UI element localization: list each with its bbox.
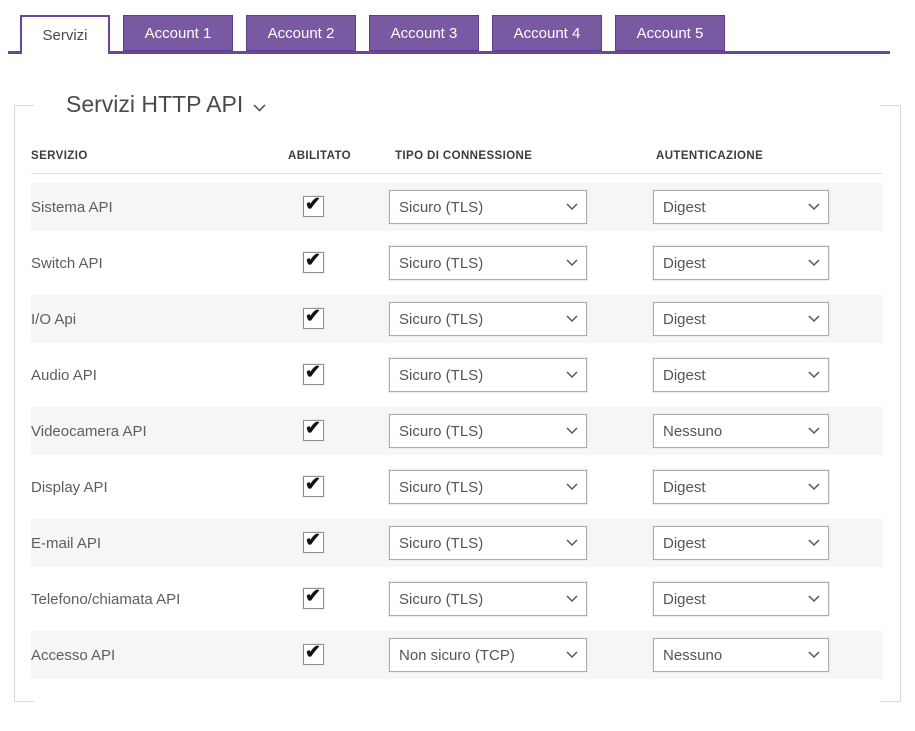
service-name-label: Audio API — [31, 366, 97, 384]
authentication-select-wrap: Digest — [653, 582, 829, 616]
connection-type-select-wrap: Sicuro (TLS) — [389, 358, 587, 392]
connection-type-select[interactable]: Sicuro (TLS) — [389, 358, 587, 392]
authentication-select[interactable]: Digest — [653, 302, 829, 336]
connection-type-select-wrap: Sicuro (TLS) — [389, 414, 587, 448]
service-name-label: Telefono/chiamata API — [31, 590, 181, 608]
connection-type-select-wrap: Sicuro (TLS) — [389, 246, 587, 280]
connection-type-select[interactable]: Non sicuro (TCP) — [389, 638, 587, 672]
service-name-label: Videocamera API — [31, 422, 147, 440]
service-name-label: Switch API — [31, 254, 103, 272]
tab-bar: Servizi Account 1 Account 2 Account 3 Accoun… — [20, 15, 725, 54]
authentication-select[interactable]: Digest — [653, 470, 829, 504]
enabled-checkbox[interactable]: ✔ — [303, 642, 324, 665]
connection-type-select-wrap: Sicuro (TLS) — [389, 582, 587, 616]
connection-type-select[interactable]: Sicuro (TLS) — [389, 246, 587, 280]
table-row-audio-api: Audio API ✔ Sicuro (TLS) Digest — [31, 347, 883, 403]
table-row-switch-api: Switch API ✔ Sicuro (TLS) Digest — [31, 235, 883, 291]
tab-account-2[interactable]: Account 2 — [246, 15, 356, 51]
service-name-label: Accesso API — [31, 646, 116, 664]
table-row-sistema-api: Sistema API ✔ Sicuro (TLS) Digest — [31, 179, 883, 235]
enabled-checkbox[interactable]: ✔ — [303, 194, 324, 217]
connection-type-select[interactable]: Sicuro (TLS) — [389, 470, 587, 504]
connection-type-select-wrap: Non sicuro (TCP) — [389, 638, 587, 672]
column-header-authentication: AUTENTICAZIONE — [656, 150, 764, 162]
table-row-videocamera-api: Videocamera API ✔ Sicuro (TLS) Nessuno — [31, 403, 883, 459]
tab-account-5[interactable]: Account 5 — [615, 15, 725, 51]
panel-corner-bottom-right — [881, 701, 900, 702]
table-row-display-api: Display API ✔ Sicuro (TLS) Digest — [31, 459, 883, 515]
authentication-select[interactable]: Nessuno — [653, 414, 829, 448]
table-row-i-o-api: I/O Api ✔ Sicuro (TLS) Digest — [31, 291, 883, 347]
service-rows: Sistema API ✔ Sicuro (TLS) Digest Switch API… — [31, 179, 883, 683]
tab-servizi[interactable]: Servizi — [20, 15, 110, 54]
enabled-checkbox[interactable]: ✔ — [303, 418, 324, 441]
authentication-select-wrap: Digest — [653, 526, 829, 560]
authentication-select-wrap: Digest — [653, 190, 829, 224]
enabled-checkbox[interactable]: ✔ — [303, 306, 324, 329]
authentication-select-wrap: Nessuno — [653, 414, 829, 448]
table-header-separator — [31, 173, 883, 174]
table-row-telefono-chiamata-api: Telefono/chiamata API ✔ Sicuro (TLS) Digest — [31, 571, 883, 627]
authentication-select[interactable]: Digest — [653, 582, 829, 616]
connection-type-select[interactable]: Sicuro (TLS) — [389, 302, 587, 336]
authentication-select-wrap: Nessuno — [653, 638, 829, 672]
connection-type-select[interactable]: Sicuro (TLS) — [389, 414, 587, 448]
connection-type-select[interactable]: Sicuro (TLS) — [389, 190, 587, 224]
authentication-select-wrap: Digest — [653, 470, 829, 504]
authentication-select[interactable]: Digest — [653, 358, 829, 392]
authentication-select-wrap: Digest — [653, 358, 829, 392]
checkmark-icon: ✔ — [305, 194, 321, 215]
panel-corner-top-left — [15, 105, 34, 106]
table-header-row: SERVIZIO ABILITATO TIPO DI CONNESSIONE A… — [31, 150, 883, 168]
checkmark-icon: ✔ — [305, 306, 321, 327]
connection-type-select-wrap: Sicuro (TLS) — [389, 526, 587, 560]
column-header-enabled: ABILITATO — [288, 150, 352, 162]
enabled-checkbox[interactable]: ✔ — [303, 474, 324, 497]
connection-type-select-wrap: Sicuro (TLS) — [389, 302, 587, 336]
checkmark-icon: ✔ — [305, 418, 321, 439]
checkmark-icon: ✔ — [305, 530, 321, 551]
connection-type-select[interactable]: Sicuro (TLS) — [389, 526, 587, 560]
authentication-select[interactable]: Nessuno — [653, 638, 829, 672]
authentication-select-wrap: Digest — [653, 302, 829, 336]
connection-type-select[interactable]: Sicuro (TLS) — [389, 582, 587, 616]
enabled-checkbox[interactable]: ✔ — [303, 530, 324, 553]
connection-type-select-wrap: Sicuro (TLS) — [389, 190, 587, 224]
column-header-connection-type: TIPO DI CONNESSIONE — [395, 150, 533, 162]
checkmark-icon: ✔ — [305, 586, 321, 607]
authentication-select[interactable]: Digest — [653, 190, 829, 224]
enabled-checkbox[interactable]: ✔ — [303, 250, 324, 273]
panel-corner-top-right — [881, 105, 900, 106]
authentication-select[interactable]: Digest — [653, 526, 829, 560]
service-name-label: Display API — [31, 478, 108, 496]
checkmark-icon: ✔ — [305, 642, 321, 663]
enabled-checkbox[interactable]: ✔ — [303, 362, 324, 385]
table-row-accesso-api: Accesso API ✔ Non sicuro (TCP) Nessuno — [31, 627, 883, 683]
tab-account-4[interactable]: Account 4 — [492, 15, 602, 51]
authentication-select-wrap: Digest — [653, 246, 829, 280]
service-name-label: I/O Api — [31, 310, 77, 328]
checkmark-icon: ✔ — [305, 362, 321, 383]
authentication-select[interactable]: Digest — [653, 246, 829, 280]
checkmark-icon: ✔ — [305, 250, 321, 271]
http-api-panel: Servizi HTTP API SERVIZIO ABILITATO TIPO… — [14, 91, 901, 702]
tab-account-3[interactable]: Account 3 — [369, 15, 479, 51]
tab-account-1[interactable]: Account 1 — [123, 15, 233, 51]
service-name-label: Sistema API — [31, 198, 113, 216]
service-name-label: E-mail API — [31, 534, 102, 552]
panel-title-text: Servizi HTTP API — [66, 91, 244, 117]
connection-type-select-wrap: Sicuro (TLS) — [389, 470, 587, 504]
enabled-checkbox[interactable]: ✔ — [303, 586, 324, 609]
chevron-down-icon — [253, 91, 266, 118]
table-row-e-mail-api: E-mail API ✔ Sicuro (TLS) Digest — [31, 515, 883, 571]
panel-title[interactable]: Servizi HTTP API — [56, 91, 277, 118]
panel-corner-bottom-left — [15, 701, 34, 702]
checkmark-icon: ✔ — [305, 474, 321, 495]
column-header-service: SERVIZIO — [31, 150, 88, 162]
